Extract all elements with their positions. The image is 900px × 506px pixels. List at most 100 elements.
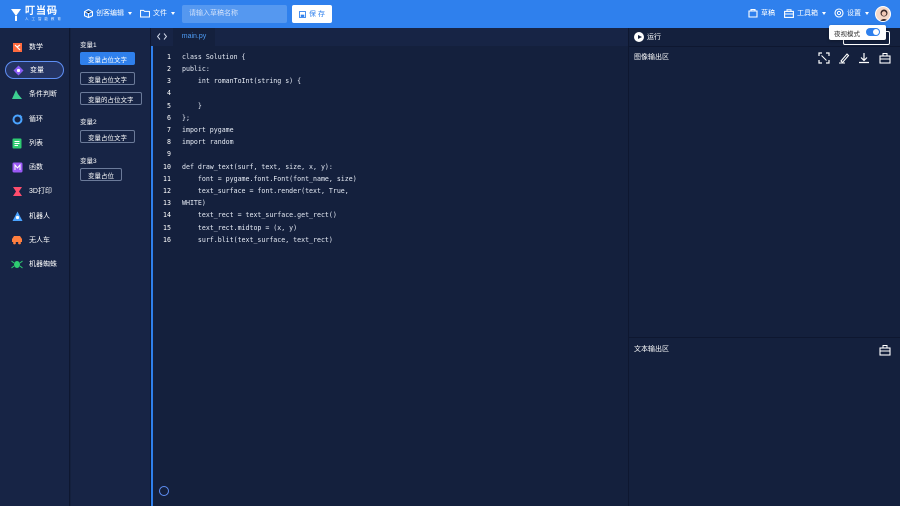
- sidebar-item-spider[interactable]: 机器蜘蛛: [5, 255, 64, 273]
- run-label: 运行: [647, 34, 661, 41]
- toolbox-menu[interactable]: 工具箱: [784, 8, 826, 18]
- car-icon: [11, 234, 23, 246]
- brush-icon[interactable]: [838, 52, 850, 64]
- 3d-print-icon: [11, 185, 23, 197]
- save-icon: [299, 10, 306, 18]
- sidebar-item-label: 函数: [29, 164, 43, 171]
- variable-button[interactable]: 变量占位文字: [80, 130, 135, 143]
- line-number: 5: [167, 102, 171, 110]
- line-number-gutter: 1 2 3 4 5 6 7 8 9 10 11 12 13 14 15 16: [151, 46, 173, 506]
- logo-subtitle: 人 工 智 能 教 育: [25, 17, 62, 22]
- line-number: 4: [167, 89, 171, 97]
- sidebar-item-function[interactable]: 函数: [5, 158, 64, 176]
- code-editor: main.py 1 2 3 4 5 6 7 8 9 10 11 12 13 14…: [151, 28, 628, 506]
- sidebar-item-label: 无人车: [29, 237, 50, 244]
- variable-icon: [12, 64, 24, 76]
- sidebar-item-label: 变量: [30, 67, 44, 74]
- chevron-down-icon: [128, 11, 132, 15]
- sidebar-item-3d-print[interactable]: 3D打印: [5, 182, 64, 200]
- code-line: import random: [182, 138, 234, 146]
- sidebar-item-math[interactable]: 数学: [5, 38, 64, 56]
- list-icon: [11, 137, 23, 149]
- draft-name-input[interactable]: 请输入草稿名称: [182, 5, 287, 23]
- sidebar-item-condition[interactable]: 条件判断: [5, 85, 64, 103]
- line-number: 7: [167, 126, 171, 134]
- download-icon[interactable]: [858, 52, 870, 64]
- image-output-label: 图像输出区: [634, 54, 669, 61]
- code-line: WHITE): [182, 199, 206, 207]
- line-number: 12: [163, 187, 171, 195]
- sidebar-item-car[interactable]: 无人车: [5, 231, 64, 249]
- variable-button[interactable]: 变量占位文字: [80, 52, 135, 65]
- drafts-menu[interactable]: 草稿: [748, 8, 775, 18]
- code-line: public:: [182, 65, 210, 73]
- folder-icon: [140, 9, 150, 18]
- code-line: text_rect.midtop = (x, y): [182, 224, 298, 232]
- sidebar-item-label: 条件判断: [29, 91, 57, 98]
- play-icon: [634, 32, 644, 42]
- clear-icon[interactable]: [879, 52, 891, 64]
- function-icon: [11, 161, 23, 173]
- code-line: def draw_text(surf, text, size, x, y):: [182, 163, 333, 171]
- variable-button[interactable]: 变量占位文字: [80, 72, 135, 85]
- condition-icon: [11, 88, 23, 100]
- logo-icon: [11, 8, 21, 21]
- drafts-label: 草稿: [761, 10, 775, 17]
- night-mode-toggle[interactable]: [866, 28, 880, 36]
- file-menu[interactable]: 文件: [140, 8, 175, 18]
- run-button[interactable]: 运行: [634, 32, 661, 42]
- file-label: 文件: [153, 10, 167, 17]
- sidebar-item-list[interactable]: 列表: [5, 134, 64, 152]
- collapse-panel-icon[interactable]: [159, 486, 169, 496]
- code-line: font = pygame.font.Font(font_name, size): [182, 175, 357, 183]
- divider: [629, 46, 900, 47]
- variable-button[interactable]: 变量占位: [80, 168, 122, 181]
- save-label: 保 存: [309, 11, 325, 18]
- save-button[interactable]: 保 存: [292, 5, 332, 23]
- avatar[interactable]: [875, 6, 891, 22]
- sidebar-item-label: 循环: [29, 116, 43, 123]
- maker-edit-label: 创客编辑: [96, 10, 124, 17]
- line-number: 13: [163, 199, 171, 207]
- sidebar-item-label: 机器人: [29, 213, 50, 220]
- sidebar-item-robot[interactable]: 机器人: [5, 207, 64, 225]
- code-line: class Solution {: [182, 53, 246, 61]
- code-line: text_surface = font.render(text, True,: [182, 187, 349, 195]
- variable-button[interactable]: 变量的占位文字: [80, 92, 142, 105]
- fullscreen-icon[interactable]: [818, 52, 830, 64]
- code-line: text_rect = text_surface.get_rect(): [182, 211, 337, 219]
- settings-label: 设置: [847, 10, 861, 17]
- line-number: 6: [167, 114, 171, 122]
- line-number: 1: [167, 53, 171, 61]
- sidebar-item-variable[interactable]: 变量: [5, 61, 64, 79]
- spider-icon: [11, 258, 23, 270]
- loop-icon: [11, 113, 23, 125]
- drafts-icon: [748, 8, 758, 18]
- output-panel: 运行 图像输出区 文本输出区: [628, 28, 900, 506]
- sidebar-item-label: 数学: [29, 44, 43, 51]
- category-sidebar: 数学 变量 条件判断 循环 列表 函数 3D打印 机器人 无人车 机器蜘蛛: [0, 28, 70, 506]
- code-toggle-icon[interactable]: [157, 33, 167, 40]
- maker-edit-menu[interactable]: 创客编辑: [84, 8, 132, 18]
- clear-icon[interactable]: [879, 344, 891, 356]
- night-mode-label: 夜视模式: [834, 30, 860, 38]
- editor-tab-bar: main.py: [151, 28, 628, 46]
- night-mode-popover: 夜视模式: [829, 25, 886, 40]
- code-line: };: [182, 114, 190, 122]
- code-line: int romanToInt(string s) {: [182, 77, 302, 85]
- sidebar-item-loop[interactable]: 循环: [5, 110, 64, 128]
- cube-icon: [84, 8, 93, 18]
- settings-menu[interactable]: 设置: [834, 8, 869, 18]
- toolbox-icon: [784, 8, 794, 18]
- tab-main-py[interactable]: main.py: [173, 28, 215, 46]
- line-number: 11: [163, 175, 171, 183]
- math-icon: [11, 41, 23, 53]
- sidebar-item-label: 机器蜘蛛: [29, 261, 57, 268]
- top-bar: 叮当码 人 工 智 能 教 育 创客编辑 文件 请输入草稿名称 保 存 草稿 工…: [0, 0, 900, 28]
- chevron-down-icon: [865, 11, 869, 15]
- app-logo[interactable]: 叮当码 人 工 智 能 教 育: [10, 5, 62, 24]
- line-number: 8: [167, 138, 171, 146]
- line-number: 10: [163, 163, 171, 171]
- gear-icon: [834, 8, 844, 18]
- sidebar-item-label: 3D打印: [29, 188, 52, 195]
